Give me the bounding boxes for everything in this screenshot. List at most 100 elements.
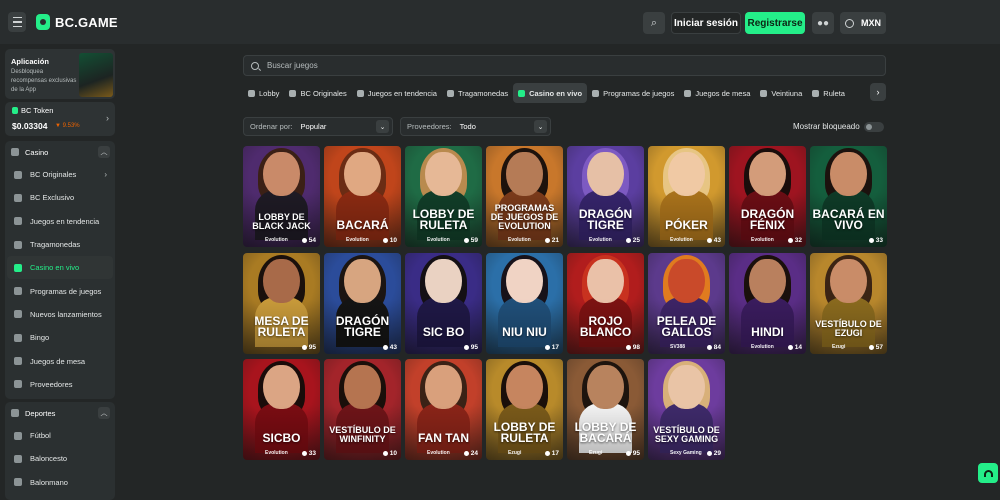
game-card[interactable]: Fan Tan Evolution 24 [405, 359, 482, 460]
sidebar-item-label: Proveedores [30, 379, 73, 389]
tab-juegos-de-mesa[interactable]: Juegos de mesa [679, 83, 755, 103]
game-card[interactable]: Sicbo Evolution 33 [243, 359, 320, 460]
user-icon [382, 344, 388, 350]
sidebar-item-programas-de-juegos[interactable]: Programas de juegos [5, 279, 115, 302]
tab-ruleta[interactable]: Ruleta [807, 83, 850, 103]
sidebar-item-label: Nuevos lanzamientos [30, 309, 102, 319]
chevron-up-icon[interactable]: ︿ [98, 146, 110, 158]
tab-casino-en-vivo[interactable]: Casino en vivo [513, 83, 588, 103]
game-card[interactable]: Sic Bo 95 [405, 252, 482, 354]
game-card[interactable]: Lobby de Ruleta Ezugi 17 [486, 359, 563, 460]
chat-icon[interactable]: ●● [812, 12, 834, 34]
sidebar-item-balonmano[interactable]: Balonmano [5, 471, 115, 494]
game-title: Vestíbulo de Sexy Gaming [653, 425, 720, 444]
game-card[interactable]: Póker Evolution 43 [648, 146, 725, 247]
sidebar-item-bc-exclusivo[interactable]: BC Exclusivo [5, 186, 115, 209]
user-icon [382, 238, 388, 243]
support-button[interactable] [978, 463, 998, 483]
game-card[interactable]: Dragón Tigre Evolution 25 [567, 146, 644, 247]
sidebar-item-juegos-en-tendencia[interactable]: Juegos en tendencia [5, 210, 115, 233]
tab-veintiuna[interactable]: Veintiuna [755, 83, 807, 103]
sidebar-item-bc-originales[interactable]: BC Originales › [5, 163, 115, 186]
player-count: 29 [706, 450, 721, 457]
game-title: Hindi [751, 324, 784, 339]
game-card[interactable]: Niu Niu 17 [486, 252, 563, 354]
game-card[interactable]: Hindi Evolution 14 [729, 252, 806, 354]
headset-icon [983, 469, 993, 477]
game-card[interactable]: Vestíbulo de Winfinity 10 [324, 359, 401, 460]
provider-label: SV388 [670, 343, 686, 350]
chevron-up-icon[interactable]: ︿ [98, 407, 110, 419]
tab-label: BC Originales [300, 88, 347, 98]
sidebar: Aplicación Desbloquea recompensas exclus… [0, 44, 120, 500]
search-icon[interactable]: ⌕ [643, 12, 665, 34]
game-card[interactable]: Dragón Tigre 43 [324, 252, 401, 354]
game-title: Lobby de Black Jack [252, 212, 311, 231]
provider-dropdown[interactable]: Proveedores: Todo ⌄ [400, 117, 551, 136]
game-card[interactable]: Bacará en vivo 33 [810, 146, 887, 247]
sidebar-item-nuevos-lanzamientos[interactable]: Nuevos lanzamientos [5, 303, 115, 326]
currency-selector[interactable]: MXN [840, 12, 886, 34]
search-icon [251, 61, 259, 70]
user-icon [868, 238, 874, 243]
tab-programas-de-juegos[interactable]: Programas de juegos [587, 83, 679, 103]
sort-dropdown[interactable]: Ordenar por: Popular ⌄ [243, 117, 393, 136]
tab-lobby[interactable]: Lobby [243, 83, 284, 103]
app-promo-title: Aplicación [11, 57, 49, 66]
dealer-face [425, 258, 462, 303]
chevron-down-icon: ⌄ [534, 120, 547, 133]
game-card[interactable]: Lobby de Black Jack Evolution 54 [243, 146, 320, 247]
game-card[interactable]: Lobby de Ruleta Evolution 59 [405, 146, 482, 247]
show-locked-toggle[interactable] [864, 122, 884, 132]
sidebar-item-casino-en-vivo[interactable]: Casino en vivo [7, 256, 113, 280]
user-icon [625, 451, 631, 456]
tab-icon [684, 89, 692, 97]
category-tabs: Lobby BC Originales Juegos en tendencia Tra… [243, 82, 868, 104]
sidebar-item-label: Tragamonedas [30, 240, 81, 250]
chevron-down-icon: ⌄ [376, 120, 389, 133]
provider-label: Evolution [589, 237, 612, 243]
game-card[interactable]: Programas de Juegos de Evolution Evolutio… [486, 146, 563, 247]
provider-label: Evolution [670, 237, 693, 243]
sidebar-item-proveedores[interactable]: Proveedores [5, 373, 115, 396]
dealer-face [344, 152, 381, 196]
game-card[interactable]: Vestíbulo de Ezugi Ezugi 57 [810, 252, 887, 354]
providers-icon [14, 380, 22, 389]
menu-toggle-button[interactable] [8, 12, 26, 32]
game-card[interactable]: Pelea de Gallos SV388 84 [648, 252, 725, 354]
tab-label: Juegos de mesa [695, 88, 751, 98]
game-card[interactable]: Dragón Fénix Evolution 32 [729, 146, 806, 247]
tab-icon [356, 89, 364, 97]
game-card[interactable]: Rojo Blanco 98 [567, 252, 644, 354]
sidebar-item-fútbol[interactable]: Fútbol [5, 424, 115, 447]
tab-label: Lobby [259, 88, 280, 98]
sidebar-item-baloncesto[interactable]: Baloncesto [5, 447, 115, 470]
game-card[interactable]: Vestíbulo de Sexy Gaming Sexy Gaming 29 [648, 359, 725, 460]
tab-label: Casino en vivo [529, 88, 583, 98]
game-card[interactable]: Lobby de Bacará Ezugi 95 [567, 359, 644, 460]
tab-juegos-en-tendencia[interactable]: Juegos en tendencia [352, 83, 442, 103]
player-count: 57 [868, 344, 883, 351]
logo[interactable]: BC.GAME [36, 14, 118, 30]
login-button[interactable]: Iniciar sesión [671, 12, 741, 34]
app-promo-card[interactable]: Aplicación Desbloquea recompensas exclus… [5, 49, 115, 99]
tab-bc-originales[interactable]: BC Originales [284, 83, 351, 103]
handball-icon [14, 478, 22, 487]
register-button[interactable]: Registrarse [745, 12, 805, 34]
user-icon [706, 451, 712, 456]
tab-tragamonedas[interactable]: Tragamonedas [442, 83, 513, 103]
sidebar-item-label: BC Exclusivo [30, 193, 75, 203]
sidebar-item-label: Juegos en tendencia [30, 216, 100, 226]
chevron-right-icon[interactable]: › [870, 83, 886, 101]
game-card[interactable]: Mesa de Ruleta 95 [243, 252, 320, 354]
sidebar-item-juegos-de-mesa[interactable]: Juegos de mesa [5, 349, 115, 372]
game-title: Vestíbulo de Winfinity [329, 425, 396, 444]
sidebar-item-tragamonedas[interactable]: Tragamonedas [5, 233, 115, 256]
sidebar-item-bingo[interactable]: Bingo [5, 326, 115, 349]
game-card[interactable]: Bacará Evolution 10 [324, 146, 401, 247]
chevron-right-icon: › [106, 113, 109, 123]
new-releases-icon [14, 310, 22, 319]
provider-value: Todo [459, 122, 476, 131]
search-input[interactable]: Buscar juegos [243, 55, 886, 76]
bc-token-card[interactable]: BC Token $0.03304 ▼ 9.53% › [5, 102, 115, 136]
